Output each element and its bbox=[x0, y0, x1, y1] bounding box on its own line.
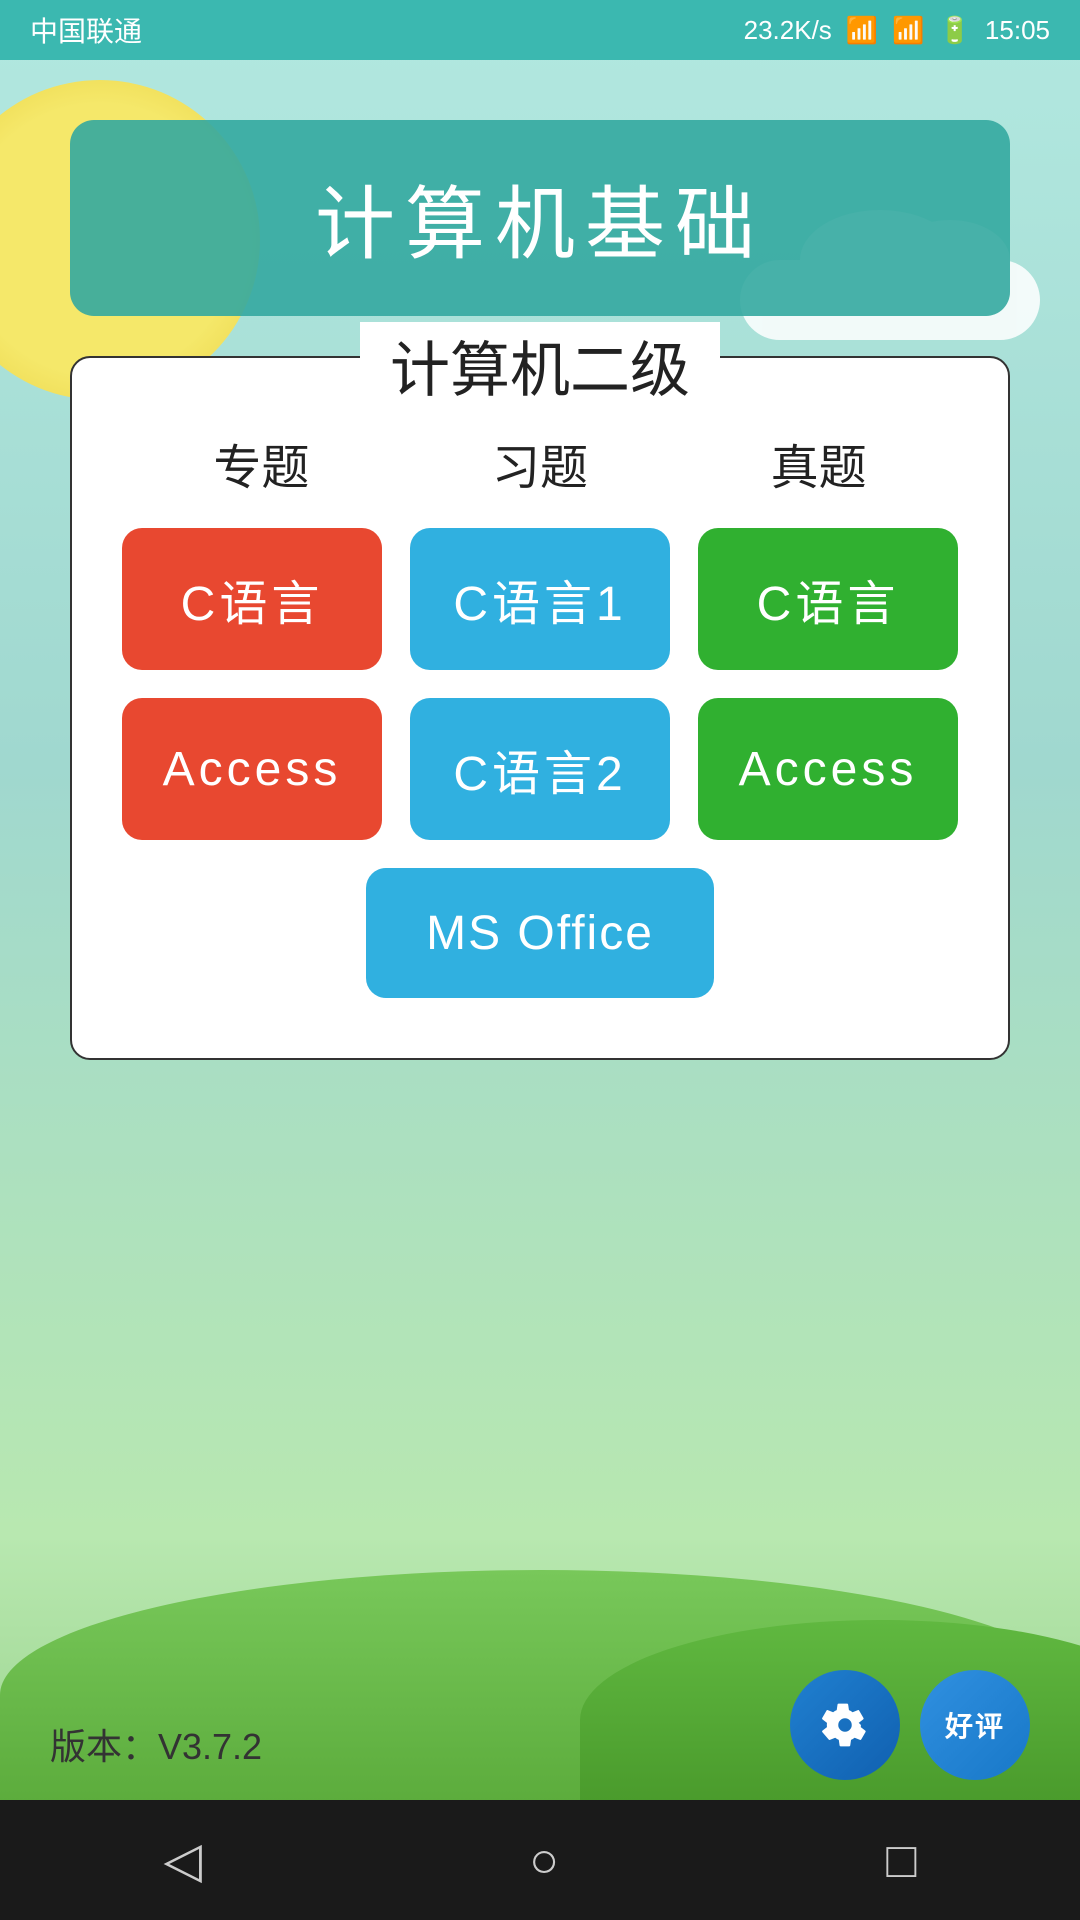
btn-zhenti-access[interactable]: Access bbox=[698, 698, 958, 840]
signal-icon: 📶 bbox=[892, 15, 924, 46]
back-button[interactable]: ◁ bbox=[164, 1831, 202, 1889]
buttons-row2: Access C语言2 Access bbox=[122, 698, 958, 840]
category-card: 计算机二级 专题 习题 真题 C语言 C语言1 C语言 Access C语言2 … bbox=[70, 356, 1010, 1060]
col-header-zhuanti: 专题 bbox=[122, 428, 401, 498]
col-header-xiti: 习题 bbox=[401, 428, 680, 498]
btn-zhenti-c[interactable]: C语言 bbox=[698, 528, 958, 670]
category-label: 计算机二级 bbox=[390, 337, 690, 404]
battery-icon: 🔋 bbox=[939, 15, 971, 46]
version-label: 版本：V3.7.2 bbox=[50, 1718, 262, 1770]
wifi-icon: 📶 bbox=[846, 15, 878, 46]
gear-icon bbox=[818, 1698, 872, 1752]
btn-xiti-c1[interactable]: C语言1 bbox=[410, 528, 670, 670]
column-headers: 专题 习题 真题 bbox=[122, 428, 958, 498]
btn-zhuanti-access[interactable]: Access bbox=[122, 698, 382, 840]
app-title: 计算机基础 bbox=[315, 180, 765, 269]
title-banner: 计算机基础 bbox=[70, 120, 1010, 316]
btn-xiti-msoffice[interactable]: MS Office bbox=[366, 868, 714, 998]
main-content: 计算机基础 计算机二级 专题 习题 真题 C语言 C语言1 C语言 Access… bbox=[0, 60, 1080, 1800]
buttons-row1: C语言 C语言1 C语言 bbox=[122, 528, 958, 670]
status-bar: 中国联通 23.2K/s 📶 📶 🔋 15:05 bbox=[0, 0, 1080, 60]
category-label-wrap: 计算机二级 bbox=[360, 322, 720, 409]
network-speed: 23.2K/s bbox=[744, 15, 832, 46]
rate-button[interactable]: 好评 bbox=[920, 1670, 1030, 1780]
btn-xiti-c2[interactable]: C语言2 bbox=[410, 698, 670, 840]
bottom-nav-bar: ◁ ○ □ bbox=[0, 1800, 1080, 1920]
carrier-label: 中国联通 bbox=[30, 10, 142, 50]
settings-button[interactable] bbox=[790, 1670, 900, 1780]
col-header-zhenti: 真题 bbox=[679, 428, 958, 498]
recents-button[interactable]: □ bbox=[886, 1831, 916, 1889]
home-button[interactable]: ○ bbox=[529, 1831, 559, 1889]
status-right: 23.2K/s 📶 📶 🔋 15:05 bbox=[744, 15, 1050, 46]
msoffice-row: MS Office bbox=[122, 868, 958, 998]
action-buttons: 好评 bbox=[790, 1670, 1030, 1780]
clock: 15:05 bbox=[985, 15, 1050, 46]
btn-zhuanti-c[interactable]: C语言 bbox=[122, 528, 382, 670]
